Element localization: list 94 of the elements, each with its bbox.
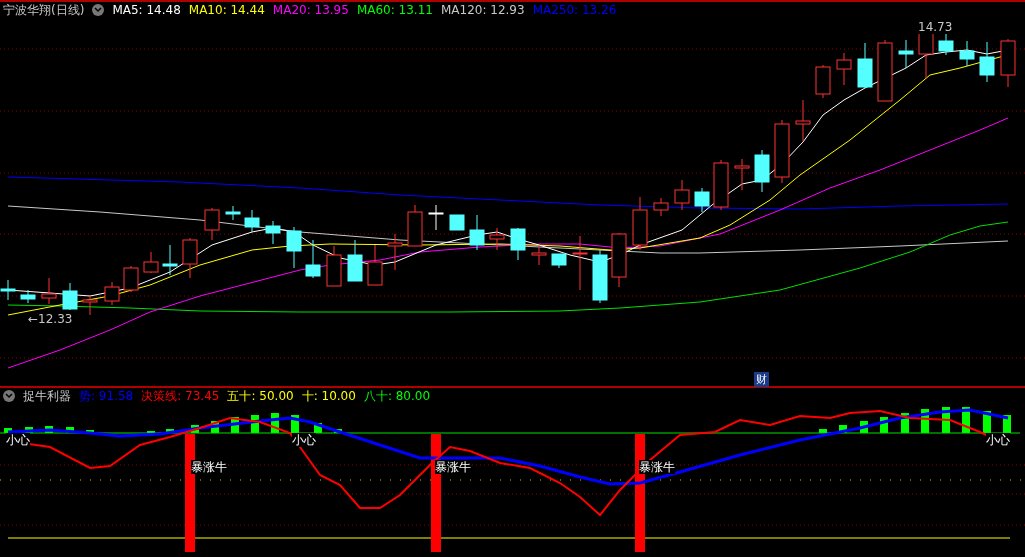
histogram-bar: [291, 415, 299, 433]
histogram-bar: [839, 425, 847, 433]
candlestick: [182, 237, 198, 279]
histogram-bar: [1003, 415, 1011, 433]
histogram-bar: [25, 427, 33, 433]
caution-label: 小心: [292, 433, 316, 447]
histogram-bar: [983, 411, 991, 433]
histogram-bar: [962, 407, 970, 433]
histogram-bar: [66, 427, 74, 433]
histogram-bar: [921, 409, 929, 433]
ma-legend: MA60: 13.11: [356, 3, 433, 17]
candlestick: [510, 227, 526, 261]
indicator-legend: 决策线: 73.45: [141, 387, 220, 405]
candlestick: [531, 244, 547, 266]
candlestick: [754, 149, 770, 193]
ma-legend: MA120: 12.93: [440, 3, 525, 17]
candlestick: [428, 204, 444, 231]
candlestick: [286, 226, 302, 269]
candlestick: [795, 99, 811, 142]
candlestick: [572, 235, 588, 291]
candlestick: [653, 197, 669, 217]
candlestick: [815, 64, 831, 99]
histogram-bar: [942, 407, 950, 433]
candlestick: [367, 244, 383, 286]
candlestick: [62, 282, 78, 311]
candlestick: [20, 289, 36, 304]
candlestick: [979, 41, 995, 83]
indicator-legend: 五十: 50.00: [227, 387, 294, 405]
candlestick: [551, 253, 567, 269]
histogram-bar: [4, 428, 12, 433]
caution-label: 小心: [6, 433, 30, 447]
finance-marker[interactable]: 财: [754, 372, 769, 387]
surge-signal-label: 暴涨牛: [191, 460, 227, 474]
candlestick: [162, 244, 178, 276]
candlestick: [611, 232, 627, 288]
dropdown-icon[interactable]: [92, 4, 105, 16]
candlestick: [347, 239, 363, 282]
candlestick: [104, 281, 120, 306]
ma-legend: MA250: 13.26: [532, 3, 617, 17]
candlestick: [326, 245, 342, 287]
candlestick: [734, 158, 750, 191]
histogram-bar: [819, 429, 827, 433]
histogram-bar: [211, 421, 219, 433]
candlestick: [265, 220, 281, 245]
ma-legend: MA20: 13.95: [272, 3, 349, 17]
candlestick: [204, 207, 220, 241]
candlestick: [857, 42, 873, 89]
candlestick: [387, 233, 403, 271]
candlestick: [713, 159, 729, 211]
histogram-bar: [271, 413, 279, 433]
candlestick: [225, 205, 241, 221]
histogram-bar: [251, 415, 259, 433]
caution-label: 小心: [986, 433, 1010, 447]
indicator-legend: 势: 91.58: [79, 387, 134, 405]
histogram-bar: [901, 413, 909, 433]
histogram-bar: [314, 423, 322, 433]
surge-signal-label: 暴涨牛: [639, 460, 675, 474]
histogram-bar: [880, 417, 888, 433]
candlestick: [82, 295, 98, 316]
candlestick: [449, 214, 465, 231]
chart-title: 宁波华翔(日线): [3, 1, 85, 19]
candlestick: [1000, 38, 1016, 88]
indicator-legend: 十: 10.00: [301, 387, 356, 405]
candlestick: [0, 279, 16, 301]
histogram-bar: [86, 430, 94, 433]
candlestick: [123, 265, 139, 293]
candlestick: [959, 40, 975, 67]
histogram-bar: [231, 417, 239, 433]
histogram-bar: [191, 425, 199, 433]
indicator-legend: 八十: 80.00: [363, 387, 431, 405]
candlestick: [632, 196, 648, 251]
histogram-bar: [166, 429, 174, 433]
candlestick: [489, 227, 505, 251]
candlestick: [41, 277, 57, 305]
surge-signal-label: 暴涨牛: [435, 460, 471, 474]
indicator-title: 捉牛利器: [23, 387, 71, 405]
candlestick: [674, 179, 690, 211]
high-price-label: 14.73: [918, 20, 953, 34]
candlestick: [877, 39, 893, 102]
candlestick: [305, 239, 321, 279]
candlestick: [774, 119, 790, 184]
candlestick: [592, 249, 608, 304]
candlestick: [836, 52, 852, 86]
low-price-label: ←12.33: [28, 312, 73, 326]
histogram-bar: [860, 421, 868, 433]
candlestick: [143, 251, 159, 274]
ma-legend: MA5: 14.48: [112, 3, 181, 17]
candlestick: [898, 39, 914, 69]
candlestick: [694, 187, 710, 213]
candlestick: [407, 204, 423, 247]
dropdown-icon[interactable]: [3, 390, 15, 402]
candlestick: [469, 214, 485, 251]
candlestick: [244, 209, 260, 233]
ma-legend: MA10: 14.44: [188, 3, 265, 17]
